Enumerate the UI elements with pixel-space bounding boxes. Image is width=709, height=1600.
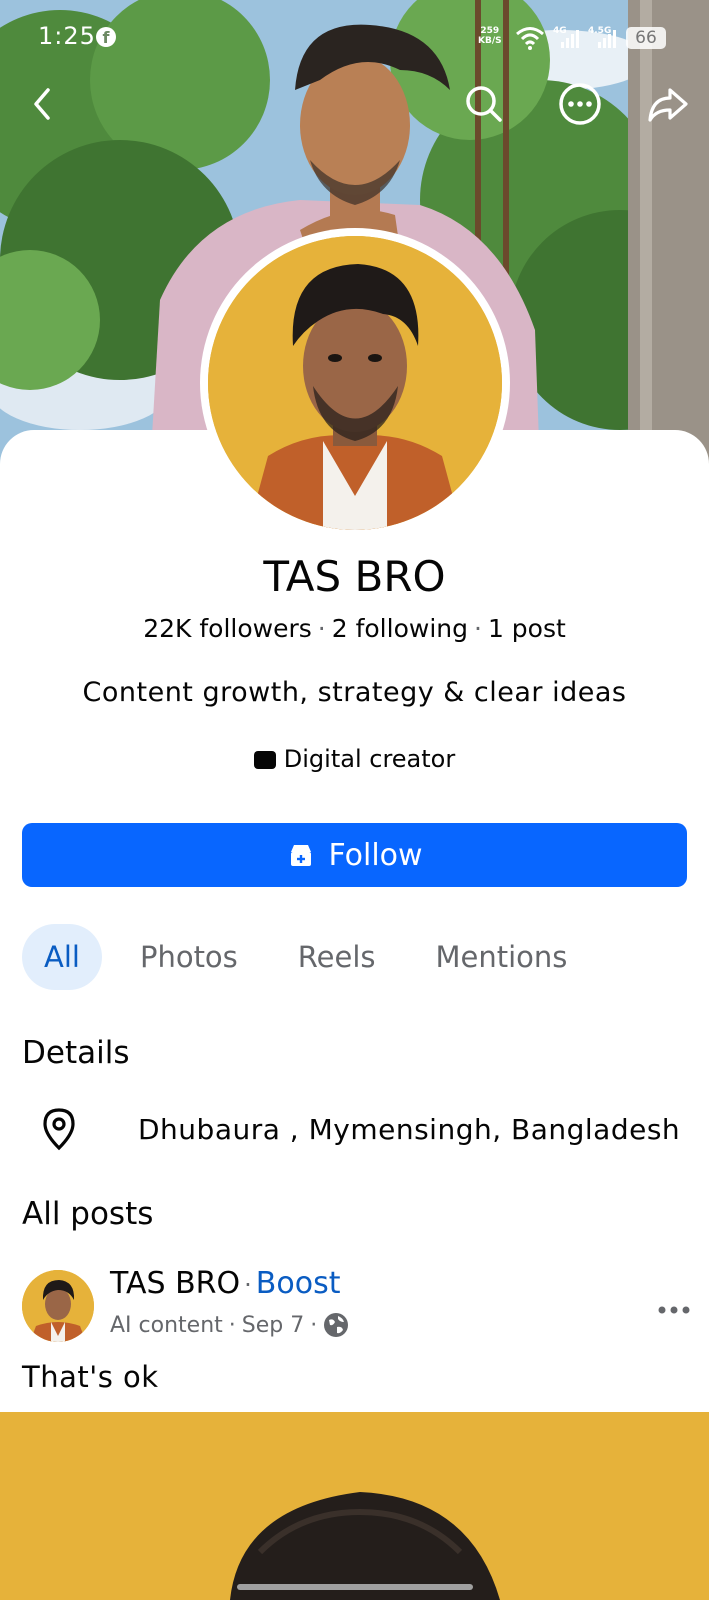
posts-count: 1 post bbox=[487, 614, 566, 643]
location-pin-icon bbox=[43, 1108, 75, 1151]
follow-add-icon bbox=[291, 845, 312, 866]
post-meta: AI content · Sep 7 · bbox=[110, 1312, 349, 1338]
profile-tabs: All Photos Reels Mentions bbox=[22, 924, 605, 990]
follow-button[interactable]: Follow bbox=[22, 823, 687, 887]
battery-indicator: 66 bbox=[626, 27, 666, 49]
svg-text:4.5G: 4.5G bbox=[588, 26, 611, 36]
post-text: That's ok bbox=[22, 1360, 159, 1394]
following-count[interactable]: 2 following bbox=[332, 614, 468, 643]
creator-icon bbox=[253, 751, 276, 769]
share-icon bbox=[648, 88, 688, 122]
more-options-button[interactable] bbox=[556, 80, 604, 128]
ai-content-label[interactable]: AI content bbox=[110, 1313, 223, 1338]
post-author-avatar[interactable] bbox=[22, 1270, 94, 1342]
boost-link[interactable]: Boost bbox=[256, 1266, 341, 1301]
search-icon bbox=[466, 86, 502, 122]
back-button[interactable] bbox=[20, 80, 68, 128]
all-posts-heading: All posts bbox=[22, 1196, 154, 1232]
post-author-name[interactable]: TAS BRO bbox=[110, 1266, 240, 1301]
profile-bio: Content growth, strategy & clear ideas bbox=[82, 677, 627, 708]
tab-reels[interactable]: Reels bbox=[276, 924, 398, 990]
followers-count[interactable]: 22K followers bbox=[143, 614, 312, 643]
search-button[interactable] bbox=[460, 80, 508, 128]
post-author-line: TAS BRO · Boost bbox=[110, 1266, 341, 1301]
tab-photos[interactable]: Photos bbox=[118, 924, 260, 990]
tab-all[interactable]: All bbox=[22, 924, 102, 990]
post-date[interactable]: Sep 7 bbox=[242, 1313, 304, 1338]
category-label: Digital creator bbox=[283, 745, 456, 773]
status-bar: 1:25 f 259 KB/S 4G 4.5G 66 bbox=[0, 0, 709, 76]
globe-icon bbox=[324, 1313, 349, 1337]
signal-1-icon: 4G bbox=[553, 26, 579, 48]
location-text: Dhubaura , Mymensingh, Bangladesh bbox=[138, 1112, 681, 1146]
signal-2-icon: 4.5G bbox=[588, 26, 616, 48]
profile-avatar[interactable] bbox=[200, 228, 510, 538]
tab-mentions[interactable]: Mentions bbox=[414, 924, 590, 990]
status-time: 1:25 bbox=[38, 22, 96, 50]
profile-category: Digital creator bbox=[0, 745, 709, 773]
more-dots-icon bbox=[658, 1306, 690, 1314]
details-heading: Details bbox=[22, 1035, 130, 1071]
more-options-icon bbox=[559, 83, 601, 125]
location-row[interactable]: Dhubaura , Mymensingh, Bangladesh bbox=[22, 1104, 680, 1154]
facebook-icon: f bbox=[96, 27, 116, 47]
svg-text:4G: 4G bbox=[553, 26, 567, 36]
post-image[interactable] bbox=[0, 1412, 709, 1600]
home-indicator[interactable] bbox=[237, 1584, 473, 1590]
profile-name: TAS BRO bbox=[263, 552, 446, 601]
post-more-button[interactable] bbox=[654, 1300, 694, 1320]
follow-label: Follow bbox=[328, 837, 423, 873]
back-arrow-icon bbox=[34, 88, 50, 120]
network-speed: 259 KB/S bbox=[478, 26, 502, 46]
profile-stats: 22K followers · 2 following · 1 post bbox=[143, 614, 566, 643]
share-button[interactable] bbox=[644, 80, 692, 128]
wifi-icon bbox=[516, 27, 544, 50]
